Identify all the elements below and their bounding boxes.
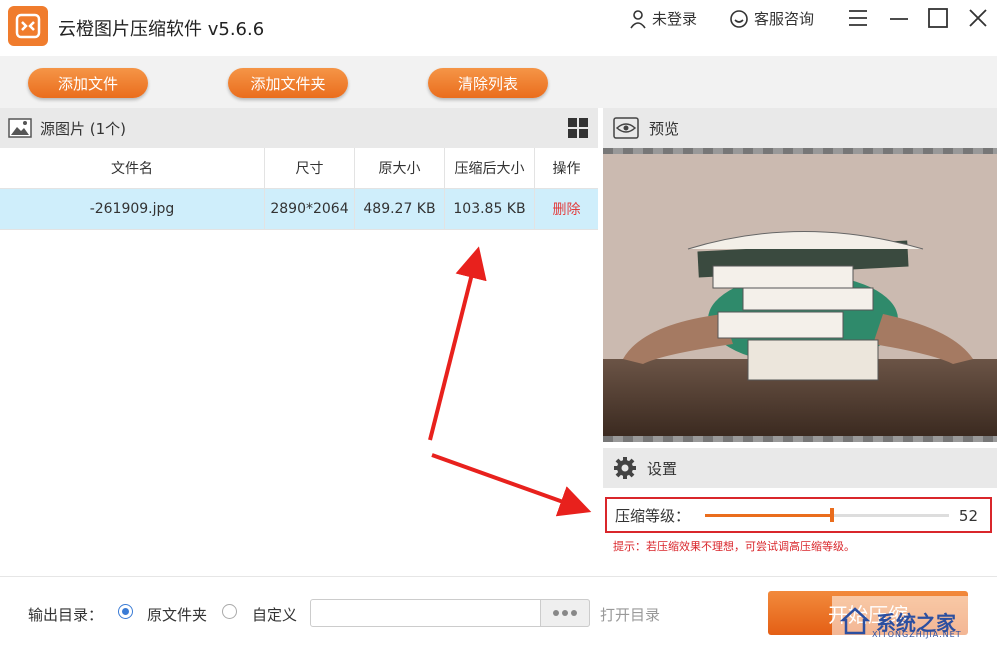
table-header: 文件名 尺寸 原大小 压缩后大小 操作 xyxy=(0,148,598,189)
grid-view-icon[interactable] xyxy=(568,118,588,138)
radio-original-folder[interactable] xyxy=(118,604,133,619)
dot-icon xyxy=(562,610,568,616)
login-label: 未登录 xyxy=(652,10,698,28)
slider-handle[interactable] xyxy=(829,508,834,522)
eye-icon xyxy=(613,117,639,139)
header-orig: 原大小 xyxy=(355,148,445,188)
compression-level-label: 压缩等级： xyxy=(615,506,691,525)
service-button[interactable]: 客服咨询 xyxy=(728,8,814,29)
compression-level-box: 压缩等级： 52 xyxy=(605,497,992,533)
menu-icon xyxy=(849,10,867,26)
open-directory-link[interactable]: 打开目录 xyxy=(600,604,660,625)
house-logo-icon xyxy=(840,607,870,635)
file-table: 文件名 尺寸 原大小 压缩后大小 操作 -261909.jpg 2890*206… xyxy=(0,148,598,230)
login-button[interactable]: 未登录 xyxy=(628,8,697,29)
add-file-button[interactable]: 添加文件 xyxy=(28,68,148,98)
file-orig-size: 489.27 KB xyxy=(355,189,445,229)
radio-original-label[interactable]: 原文件夹 xyxy=(147,604,207,625)
watermark: 系统之家 XITONGZHIJIA.NET xyxy=(832,596,997,646)
settings-title: 设置 xyxy=(647,459,678,478)
image-icon xyxy=(8,118,32,138)
compression-level-value: 52 xyxy=(958,507,978,525)
preview-image xyxy=(603,154,997,436)
dot-icon xyxy=(553,610,559,616)
file-name: -261909.jpg xyxy=(0,189,265,229)
service-label: 客服咨询 xyxy=(754,10,815,28)
source-title: 源图片 (1个) xyxy=(40,119,127,138)
compression-hint: 提示：若压缩效果不理想，可尝试调高压缩等级。 xyxy=(613,540,855,553)
dot-icon xyxy=(571,610,577,616)
file-compressed-size: 103.85 KB xyxy=(445,189,535,229)
header-size: 尺寸 xyxy=(265,148,355,188)
maximize-button[interactable] xyxy=(926,6,950,30)
clear-list-button[interactable]: 清除列表 xyxy=(428,68,548,98)
output-label: 输出目录： xyxy=(28,606,104,624)
header-action: 操作 xyxy=(552,161,581,177)
source-header: 源图片 (1个) xyxy=(0,108,598,148)
settings-header: 设置 xyxy=(603,448,997,488)
minimize-icon xyxy=(890,18,908,20)
table-row[interactable]: -261909.jpg 2890*2064 489.27 KB 103.85 K… xyxy=(0,189,598,230)
header-compressed: 压缩后大小 xyxy=(445,148,535,188)
user-icon xyxy=(630,9,646,28)
add-folder-button[interactable]: 添加文件夹 xyxy=(228,68,348,98)
menu-button[interactable] xyxy=(846,6,870,30)
watermark-sub: XITONGZHIJIA.NET xyxy=(872,630,962,639)
compression-level-slider[interactable] xyxy=(705,508,949,522)
file-dimensions: 2890*2064 xyxy=(265,189,355,229)
close-button[interactable] xyxy=(966,6,990,30)
delete-link[interactable]: 删除 xyxy=(535,189,598,229)
preview-title: 预览 xyxy=(649,119,680,138)
slider-fill xyxy=(705,514,832,517)
close-icon xyxy=(969,9,987,27)
smile-icon xyxy=(730,9,748,28)
gear-icon xyxy=(614,457,636,479)
radio-custom-folder[interactable] xyxy=(222,604,237,619)
preview-header: 预览 xyxy=(603,108,997,148)
app-logo xyxy=(8,6,48,46)
preview-area xyxy=(603,148,997,442)
arrow-to-level xyxy=(431,453,592,517)
app-title: 云橙图片压缩软件 v5.6.6 xyxy=(58,19,265,40)
title-bar: 云橙图片压缩软件 v5.6.6 未登录 客服咨询 xyxy=(0,0,997,56)
arrow-to-compressed-size xyxy=(428,246,487,441)
app-window: 云橙图片压缩软件 v5.6.6 未登录 客服咨询 添加文件 添加文件夹 清除列表… xyxy=(0,0,997,646)
toolbar: 添加文件 添加文件夹 清除列表 xyxy=(0,56,997,108)
browse-button[interactable] xyxy=(540,599,590,627)
minimize-button[interactable] xyxy=(887,6,911,30)
radio-custom-label[interactable]: 自定义 xyxy=(252,604,297,625)
header-name: 文件名 xyxy=(0,148,265,188)
maximize-icon xyxy=(928,8,948,28)
